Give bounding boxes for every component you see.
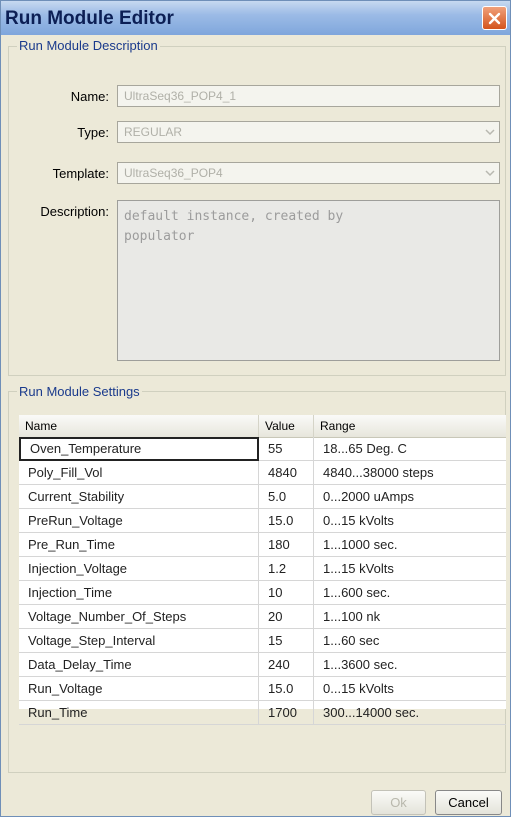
setting-value-cell[interactable]: 55 <box>259 437 314 460</box>
setting-value-cell[interactable]: 20 <box>259 605 314 628</box>
table-row[interactable]: Poly_Fill_Vol 4840 4840...38000 steps <box>19 461 506 485</box>
chevron-down-icon <box>485 170 495 177</box>
name-label: Name: <box>70 89 109 104</box>
title-bar[interactable]: Run Module Editor <box>1 1 510 35</box>
setting-range-cell: 0...15 kVolts <box>323 513 394 528</box>
column-header-value[interactable]: Value <box>259 415 314 437</box>
table-row[interactable]: Run_Time 1700 300...14000 sec. <box>19 701 506 725</box>
setting-value-cell[interactable]: 15 <box>259 629 314 652</box>
chevron-down-icon <box>485 129 495 136</box>
setting-name-cell[interactable]: Pre_Run_Time <box>19 533 259 556</box>
run-module-editor-window: Run Module Editor Run Module Description… <box>0 0 511 817</box>
table-row[interactable]: Voltage_Number_Of_Steps 20 1...100 nk <box>19 605 506 629</box>
setting-range-cell: 0...2000 uAmps <box>323 489 415 504</box>
table-row[interactable]: Pre_Run_Time 180 1...1000 sec. <box>19 533 506 557</box>
setting-range-cell: 1...3600 sec. <box>323 657 398 672</box>
cancel-button[interactable]: Cancel <box>435 790 502 815</box>
description-group-label: Run Module Description <box>17 38 160 53</box>
setting-name-cell[interactable]: Voltage_Number_Of_Steps <box>19 605 259 628</box>
table-row[interactable]: Current_Stability 5.0 0...2000 uAmps <box>19 485 506 509</box>
table-header: Name Value Range <box>19 415 506 438</box>
setting-name-cell[interactable]: Run_Time <box>19 701 259 724</box>
table-row[interactable]: Data_Delay_Time 240 1...3600 sec. <box>19 653 506 677</box>
column-header-name[interactable]: Name <box>19 415 259 437</box>
setting-value-cell[interactable]: 240 <box>259 653 314 676</box>
setting-range-cell: 1...100 nk <box>323 609 381 624</box>
setting-name-cell[interactable]: Injection_Voltage <box>19 557 259 580</box>
table-row[interactable]: Run_Voltage 15.0 0...15 kVolts <box>19 677 506 701</box>
close-button[interactable] <box>482 6 507 30</box>
setting-name-cell[interactable]: Run_Voltage <box>19 677 259 700</box>
setting-value-cell[interactable]: 180 <box>259 533 314 556</box>
table-row[interactable]: Voltage_Step_Interval 15 1...60 sec <box>19 629 506 653</box>
close-icon <box>488 12 501 25</box>
template-select[interactable]: UltraSeq36_POP4 <box>117 162 500 184</box>
type-label: Type: <box>77 125 109 140</box>
setting-range-cell: 4840...38000 steps <box>323 465 434 480</box>
setting-name-cell[interactable]: Current_Stability <box>19 485 259 508</box>
setting-name-cell[interactable]: Voltage_Step_Interval <box>19 629 259 652</box>
setting-value-cell[interactable]: 5.0 <box>259 485 314 508</box>
description-label: Description: <box>40 204 109 219</box>
setting-value-cell[interactable]: 1700 <box>259 701 314 724</box>
type-value: REGULAR <box>124 125 183 139</box>
settings-table: Name Value Range Oven_Temperature 55 18...… <box>19 415 506 725</box>
setting-value-cell[interactable]: 4840 <box>259 461 314 484</box>
type-select[interactable]: REGULAR <box>117 121 500 143</box>
ok-button[interactable]: Ok <box>371 790 426 815</box>
template-label: Template: <box>52 166 109 181</box>
setting-range-cell: 1...600 sec. <box>323 585 391 600</box>
setting-value-cell[interactable]: 10 <box>259 581 314 604</box>
setting-name-cell[interactable]: Oven_Temperature <box>19 437 259 461</box>
setting-value-cell[interactable]: 15.0 <box>259 677 314 700</box>
setting-name-cell[interactable]: Poly_Fill_Vol <box>19 461 259 484</box>
setting-range-cell: 18...65 Deg. C <box>323 441 407 456</box>
settings-group-label: Run Module Settings <box>17 384 142 399</box>
name-field[interactable]: UltraSeq36_POP4_1 <box>117 85 500 107</box>
setting-name-cell[interactable]: Data_Delay_Time <box>19 653 259 676</box>
template-value: UltraSeq36_POP4 <box>124 166 223 180</box>
column-header-range[interactable]: Range <box>314 415 506 437</box>
window-title: Run Module Editor <box>5 8 174 29</box>
setting-value-cell[interactable]: 15.0 <box>259 509 314 532</box>
setting-range-cell: 1...15 kVolts <box>323 561 394 576</box>
table-row[interactable]: Oven_Temperature 55 18...65 Deg. C <box>19 437 506 461</box>
table-row[interactable]: Injection_Time 10 1...600 sec. <box>19 581 506 605</box>
setting-range-cell: 1...1000 sec. <box>323 537 398 552</box>
description-textarea[interactable]: default instance, created by populator <box>117 200 500 361</box>
setting-range-cell: 0...15 kVolts <box>323 681 394 696</box>
table-row[interactable]: PreRun_Voltage 15.0 0...15 kVolts <box>19 509 506 533</box>
setting-range-cell: 1...60 sec <box>323 633 380 648</box>
table-row[interactable]: Injection_Voltage 1.2 1...15 kVolts <box>19 557 506 581</box>
setting-name-cell[interactable]: PreRun_Voltage <box>19 509 259 532</box>
setting-range-cell: 300...14000 sec. <box>323 705 420 720</box>
setting-value-cell[interactable]: 1.2 <box>259 557 314 580</box>
setting-name-cell[interactable]: Injection_Time <box>19 581 259 604</box>
